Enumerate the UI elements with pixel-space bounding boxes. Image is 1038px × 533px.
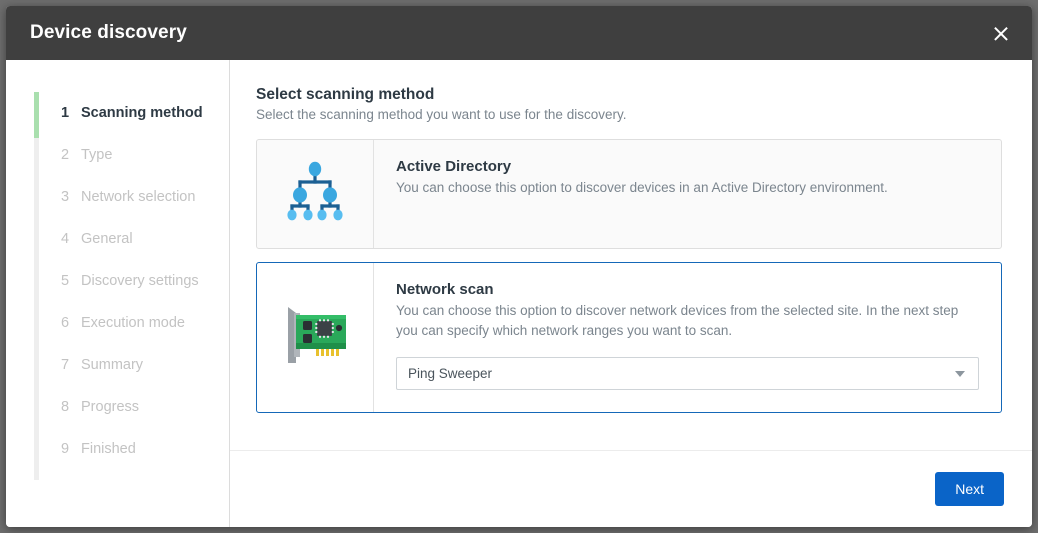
dialog-body: 1 Scanning method 2 Type 3 Network selec… [6, 60, 1032, 527]
step-number: 4 [61, 231, 81, 247]
sidebar-step-scanning-method[interactable]: 1 Scanning method [6, 92, 229, 134]
step-number: 9 [61, 441, 81, 457]
step-rail [34, 92, 39, 480]
page-title: Select scanning method [256, 86, 1002, 104]
step-number: 3 [61, 189, 81, 205]
close-icon[interactable] [984, 16, 1018, 50]
device-discovery-dialog: Device discovery 1 Scanning method 2 Typ… [6, 6, 1032, 527]
step-number: 6 [61, 315, 81, 331]
org-tree-icon [284, 161, 346, 228]
sidebar-step-progress[interactable]: 8 Progress [6, 386, 229, 428]
sidebar-step-discovery-settings[interactable]: 5 Discovery settings [6, 260, 229, 302]
page-subtitle: Select the scanning method you want to u… [256, 107, 1002, 122]
wizard-sidebar: 1 Scanning method 2 Type 3 Network selec… [6, 60, 230, 527]
option-description: You can choose this option to discover d… [396, 178, 979, 198]
step-label: Discovery settings [81, 273, 199, 289]
step-rail-active-indicator [34, 92, 39, 138]
dialog-footer: Next [230, 450, 1032, 527]
step-number: 2 [61, 147, 81, 163]
card-body: Network scan You can choose this option … [374, 263, 1001, 412]
option-title: Active Directory [396, 158, 979, 175]
step-number: 1 [61, 105, 81, 121]
step-label: Network selection [81, 189, 195, 205]
step-label: General [81, 231, 133, 247]
sidebar-step-general[interactable]: 4 General [6, 218, 229, 260]
step-number: 5 [61, 273, 81, 289]
sidebar-step-summary[interactable]: 7 Summary [6, 344, 229, 386]
option-description: You can choose this option to discover n… [396, 301, 979, 340]
step-number: 8 [61, 399, 81, 415]
scan-method-select-value: Ping Sweeper [408, 366, 492, 381]
network-card-icon [276, 299, 354, 376]
option-card-network-scan[interactable]: Network scan You can choose this option … [256, 262, 1002, 413]
step-label: Finished [81, 441, 136, 457]
step-label: Summary [81, 357, 143, 373]
sidebar-step-type[interactable]: 2 Type [6, 134, 229, 176]
step-label: Scanning method [81, 105, 203, 121]
sidebar-step-network-selection[interactable]: 3 Network selection [6, 176, 229, 218]
card-icon-slot [257, 140, 374, 248]
wizard-main: Select scanning method Select the scanni… [230, 60, 1032, 527]
card-body: Active Directory You can choose this opt… [374, 140, 1001, 248]
step-number: 7 [61, 357, 81, 373]
sidebar-step-finished[interactable]: 9 Finished [6, 428, 229, 470]
step-label: Progress [81, 399, 139, 415]
scan-method-select[interactable]: Ping Sweeper [396, 357, 979, 390]
option-title: Network scan [396, 281, 979, 298]
card-icon-slot [257, 263, 374, 412]
dialog-titlebar: Device discovery [6, 6, 1032, 60]
step-label: Type [81, 147, 112, 163]
option-card-active-directory[interactable]: Active Directory You can choose this opt… [256, 139, 1002, 249]
chevron-down-icon [955, 371, 965, 377]
dialog-title: Device discovery [30, 22, 187, 44]
sidebar-step-execution-mode[interactable]: 6 Execution mode [6, 302, 229, 344]
step-label: Execution mode [81, 315, 185, 331]
main-content: Select scanning method Select the scanni… [230, 60, 1032, 450]
next-button[interactable]: Next [935, 472, 1004, 506]
